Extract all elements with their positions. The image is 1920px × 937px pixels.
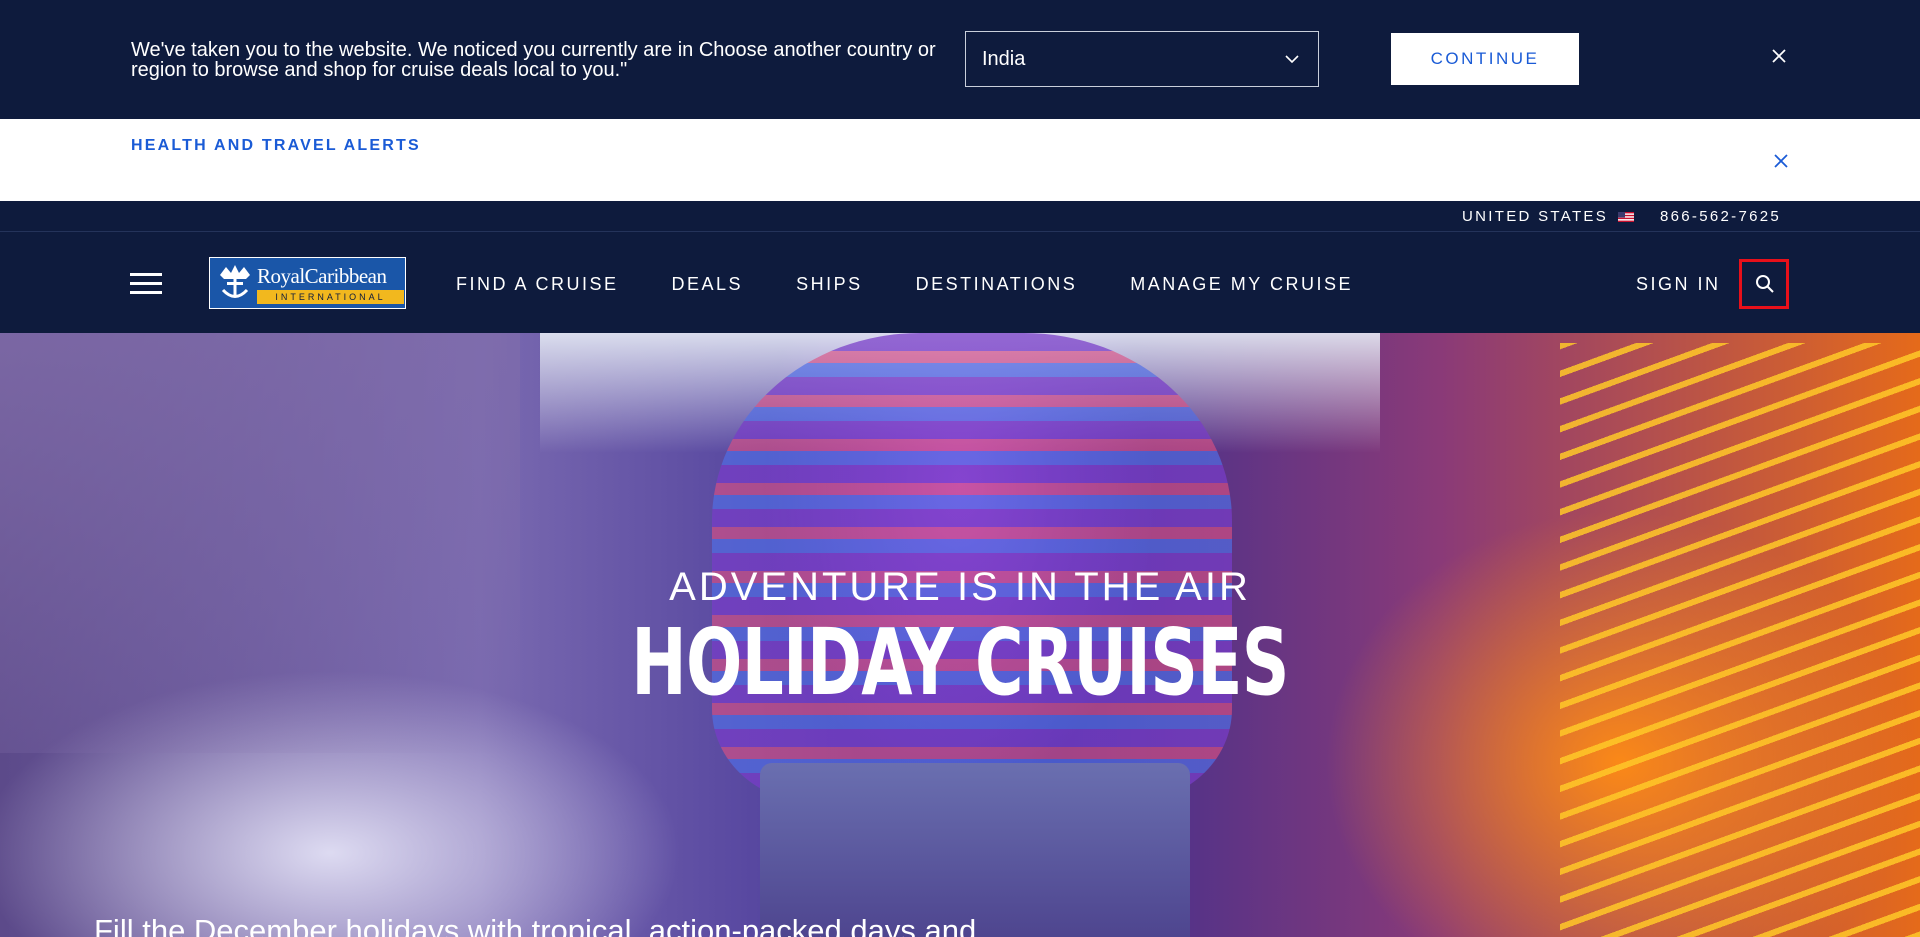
geo-redirect-banner: We've taken you to the website. We notic… xyxy=(0,0,1920,119)
country-selector-link[interactable]: UNITED STATES xyxy=(1462,208,1635,225)
nav-find-a-cruise[interactable]: FIND A CRUISE xyxy=(456,274,619,295)
close-icon[interactable] xyxy=(1773,153,1789,169)
phone-number-link[interactable]: 866-562-7625 xyxy=(1660,208,1781,225)
logo-brand-text: RoyalCaribbean xyxy=(257,264,387,288)
us-flag-icon xyxy=(1618,211,1635,222)
hero-kicker: ADVENTURE IS IN THE AIR xyxy=(669,565,1251,609)
hero-banner[interactable]: ADVENTURE IS IN THE AIR HOLIDAY CRUISES … xyxy=(0,333,1920,937)
geo-banner-message: We've taken you to the website. We notic… xyxy=(131,39,936,81)
continue-button[interactable]: CONTINUE xyxy=(1391,33,1579,85)
nav-destinations[interactable]: DESTINATIONS xyxy=(916,274,1078,295)
health-travel-alerts-link[interactable]: HEALTH AND TRAVEL ALERTS xyxy=(131,137,421,155)
nav-ships[interactable]: SHIPS xyxy=(796,274,863,295)
hero-body-text: Fill the December holidays with tropical… xyxy=(94,913,977,937)
close-icon[interactable] xyxy=(1770,47,1788,65)
nav-manage-my-cruise[interactable]: MANAGE MY CRUISE xyxy=(1130,274,1353,295)
primary-nav-links: FIND A CRUISE DEALS SHIPS DESTINATIONS M… xyxy=(456,274,1406,295)
health-alert-bar: HEALTH AND TRAVEL ALERTS xyxy=(0,119,1920,201)
chevron-down-icon xyxy=(1285,55,1299,64)
logo-tagline: INTERNATIONAL xyxy=(257,290,404,304)
hero-title: HOLIDAY CRUISES xyxy=(631,609,1289,716)
country-label: UNITED STATES xyxy=(1462,208,1609,225)
utility-bar: UNITED STATES 866-562-7625 xyxy=(0,201,1920,232)
search-icon xyxy=(1756,275,1774,293)
sign-in-link[interactable]: SIGN IN xyxy=(1636,274,1721,295)
nav-deals[interactable]: DEALS xyxy=(672,274,744,295)
royal-caribbean-logo[interactable]: RoyalCaribbean INTERNATIONAL xyxy=(209,257,406,309)
crown-anchor-icon xyxy=(220,265,250,298)
search-button[interactable] xyxy=(1739,259,1789,309)
hamburger-menu-icon[interactable] xyxy=(130,273,162,295)
hero-image-sculpture-base xyxy=(760,763,1190,937)
country-select[interactable]: India xyxy=(965,31,1319,87)
country-select-value: India xyxy=(982,47,1026,70)
main-navigation: RoyalCaribbean INTERNATIONAL FIND A CRUI… xyxy=(0,232,1920,333)
